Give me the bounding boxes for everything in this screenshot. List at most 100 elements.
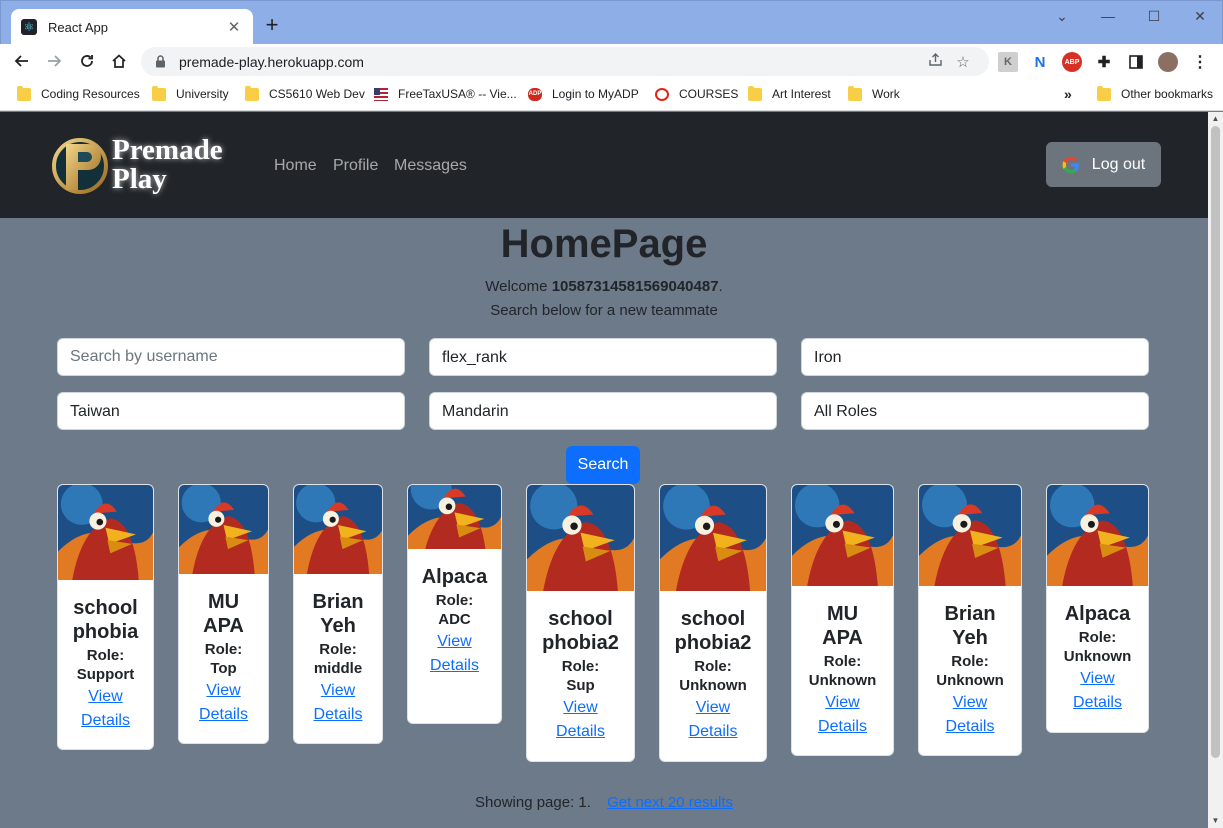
adblock-icon[interactable]: ABP [1062,52,1082,72]
minimize-icon[interactable]: — [1085,5,1131,27]
card-body: school phobia2 Role: Unknown View Details [660,607,766,744]
player-role: Unknown [679,677,747,694]
extension-n-icon[interactable]: N [1030,52,1050,72]
player-role: Top [210,660,237,677]
scroll-down-icon[interactable]: ▼ [1208,814,1223,828]
card-body: Brian Yeh Role: middle View Details [294,590,382,727]
browser-toolbar: premade-play.herokuapp.com ☆ K N ABP ✚ ⋮ [0,44,1223,78]
page-title: HomePage [500,222,708,266]
player-avatar [660,485,766,591]
role-label: Role: [561,658,600,675]
url-text: premade-play.herokuapp.com [179,53,364,70]
player-avatar [527,485,634,591]
search-button[interactable]: Search [566,446,640,484]
nav-messages-link[interactable]: Messages [394,157,467,175]
region-select[interactable]: Taiwan [57,392,405,430]
view-details-link[interactable]: View Details [412,630,497,678]
user-id: 10587314581569040487 [551,278,719,295]
maximize-icon[interactable]: ☐ [1131,5,1177,27]
nav-home-link[interactable]: Home [274,157,317,175]
player-avatar [919,485,1021,586]
close-icon[interactable]: ✕ [225,18,243,36]
bookmark-other[interactable]: Other bookmarks [1097,85,1213,103]
bookmark-freetaxusa[interactable]: FreeTaxUSA® -- Vie... [374,85,517,103]
bookmark-work[interactable]: Work [848,85,900,103]
view-details-link[interactable]: View Details [62,685,149,733]
player-card: school phobia Role: Support View Details [57,484,154,750]
player-name: school phobia2 [674,608,752,654]
bookmark-university[interactable]: University [152,85,229,103]
pagination: Showing page: 1. Get next 20 results [0,794,1208,811]
react-icon: ⚛ [21,19,37,35]
card-body: school phobia Role: Support View Details [58,596,153,733]
window-close-icon[interactable]: ✕ [1177,5,1223,27]
lock-icon[interactable] [153,55,167,69]
view-details-link[interactable]: View Details [1051,667,1144,715]
player-role: Unknown [1063,648,1132,665]
username-search-input[interactable] [57,338,405,376]
player-role: Sup [566,677,595,694]
more-menu-icon[interactable]: ⋮ [1190,52,1210,72]
scroll-up-icon[interactable]: ▲ [1208,112,1223,126]
player-role: Unknown [808,672,877,689]
page-scrollbar[interactable]: ▲ ▼ [1208,112,1223,828]
player-avatar [179,485,268,574]
welcome-text: Welcome 10587314581569040487. [485,278,723,295]
new-tab-icon[interactable]: + [261,14,283,36]
logout-button[interactable]: Log out [1046,142,1161,187]
player-role: Unknown [936,672,1004,689]
player-name: school phobia2 [542,608,619,654]
tab-title: React App [48,19,108,35]
view-details-link[interactable]: View Details [796,691,889,739]
back-icon[interactable] [9,48,35,74]
bookmark-cs5610[interactable]: CS5610 Web Dev [245,85,365,103]
player-role: Support [76,666,135,683]
folder-icon [245,85,259,101]
side-panel-icon[interactable] [1126,52,1146,72]
bookmarks-overflow-icon[interactable]: » [1064,85,1072,103]
next-results-link[interactable]: Get next 20 results [607,794,733,811]
folder-icon [17,85,31,101]
bookmark-art-interest[interactable]: Art Interest [748,85,831,103]
view-details-link[interactable]: View Details [531,696,630,744]
rank-select[interactable]: Iron [801,338,1149,376]
extension-k-icon[interactable]: K [998,52,1018,72]
puzzle-icon[interactable]: ✚ [1094,52,1114,72]
forward-icon[interactable] [41,48,67,74]
view-details-link[interactable]: View Details [183,679,264,727]
bookmark-courses[interactable]: COURSES [655,85,738,103]
player-card: Alpaca Role: ADC View Details [407,484,502,724]
us-flag-icon [374,87,388,101]
reload-icon[interactable] [74,48,100,74]
bookmark-coding-resources[interactable]: Coding Resources [17,85,140,103]
queue-select[interactable]: flex_rank [429,338,777,376]
bookmark-myadp[interactable]: ADP Login to MyADP [528,85,639,103]
role-label: Role: [694,658,732,675]
bookmark-star-icon[interactable]: ☆ [949,53,977,71]
address-bar[interactable]: premade-play.herokuapp.com ☆ [141,47,989,76]
avatar[interactable] [1158,52,1178,72]
view-details-link[interactable]: View Details [298,679,378,727]
language-select[interactable]: Mandarin [429,392,777,430]
player-avatar [58,485,153,580]
folder-icon [848,85,862,101]
nav-profile-link[interactable]: Profile [333,157,378,175]
view-details-link[interactable]: View Details [923,691,1017,739]
card-body: school phobia2 Role: Sup View Details [527,607,634,744]
home-icon[interactable] [106,48,132,74]
share-icon[interactable] [921,52,949,71]
scroll-thumb[interactable] [1211,126,1220,758]
chevron-down-icon[interactable]: ⌄ [1039,5,1085,27]
browser-tab[interactable]: ⚛ React App ✕ [11,9,253,45]
logo[interactable]: Premade Play [52,132,242,198]
role-select[interactable]: All Roles [801,392,1149,430]
player-name: MU APA [822,603,863,649]
player-avatar [294,485,382,574]
player-card: Brian Yeh Role: middle View Details [293,484,383,744]
main-content: HomePage Welcome 10587314581569040487. S… [0,218,1208,828]
role-label: Role: [319,641,357,658]
view-details-link[interactable]: View Details [664,696,762,744]
folder-icon [152,85,166,101]
card-body: Brian Yeh Role: Unknown View Details [919,602,1021,739]
role-label: Role: [951,653,989,670]
